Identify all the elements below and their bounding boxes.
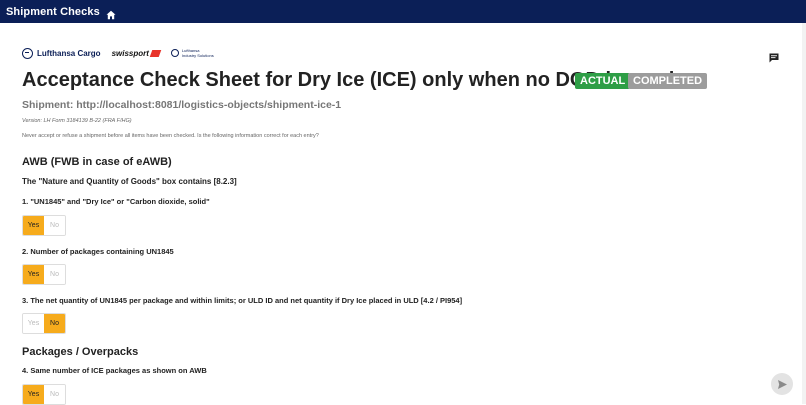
app-header: Shipment Checks <box>0 0 806 23</box>
partner-logos: Lufthansa Cargo swissport Lufthansa Indu… <box>22 45 216 61</box>
instruction-note: Never accept or refuse a shipment before… <box>22 133 319 139</box>
completed-badge: COMPLETED <box>628 73 708 89</box>
industry-solutions-icon <box>170 49 179 57</box>
question-3-label: 3. The net quantity of UN1845 per packag… <box>22 296 463 305</box>
swissport-logo: swissport <box>111 48 162 58</box>
question-1-no-button[interactable]: No <box>44 216 65 235</box>
question-3-toggle: Yes No <box>22 313 66 334</box>
send-button[interactable] <box>771 373 793 395</box>
section-awb-title: AWB (FWB in case of eAWB) <box>22 156 172 168</box>
section-awb-subtitle: The "Nature and Quantity of Goods" box c… <box>22 177 237 186</box>
question-3-no-button[interactable]: No <box>44 314 65 333</box>
question-4-yes-button[interactable]: Yes <box>23 385 44 404</box>
question-1-yes-button[interactable]: Yes <box>23 216 44 235</box>
home-icon[interactable] <box>106 7 116 19</box>
question-4-toggle: Yes No <box>22 384 66 405</box>
question-4-no-button[interactable]: No <box>44 385 65 404</box>
industry-solutions-text: Lufthansa Industry Solutions <box>182 48 216 58</box>
question-2-yes-button[interactable]: Yes <box>23 265 44 284</box>
swissport-mark-icon <box>149 49 162 57</box>
swissport-text: swissport <box>111 48 149 58</box>
actual-badge: ACTUAL <box>575 73 631 89</box>
question-4-label: 4. Same number of ICE packages as shown … <box>22 366 207 375</box>
question-3-yes-button[interactable]: Yes <box>23 314 44 333</box>
lufthansa-cargo-logo: Lufthansa Cargo <box>22 47 101 59</box>
comment-icon[interactable] <box>769 50 779 63</box>
question-2-no-button[interactable]: No <box>44 265 65 284</box>
page-scrollbar[interactable] <box>802 23 806 404</box>
crane-icon <box>22 47 33 59</box>
industry-line2: Industry Solutions <box>181 53 214 58</box>
lufthansa-cargo-text: Lufthansa Cargo <box>37 48 101 58</box>
send-icon <box>777 379 787 389</box>
shipment-link: Shipment: http://localhost:8081/logistic… <box>22 99 342 111</box>
question-1-toggle: Yes No <box>22 215 66 236</box>
app-title: Shipment Checks <box>6 5 100 18</box>
question-1-label: 1. "UN1845" and "Dry Ice" or "Carbon dio… <box>22 197 210 206</box>
industry-solutions-logo: Lufthansa Industry Solutions <box>170 48 216 58</box>
question-2-label: 2. Number of packages containing UN1845 <box>22 247 174 256</box>
section-packages-title: Packages / Overpacks <box>22 346 139 358</box>
form-version: Version: LH Form 3184139 B-22 (FRA F/HG) <box>22 118 132 124</box>
question-2-toggle: Yes No <box>22 264 66 285</box>
